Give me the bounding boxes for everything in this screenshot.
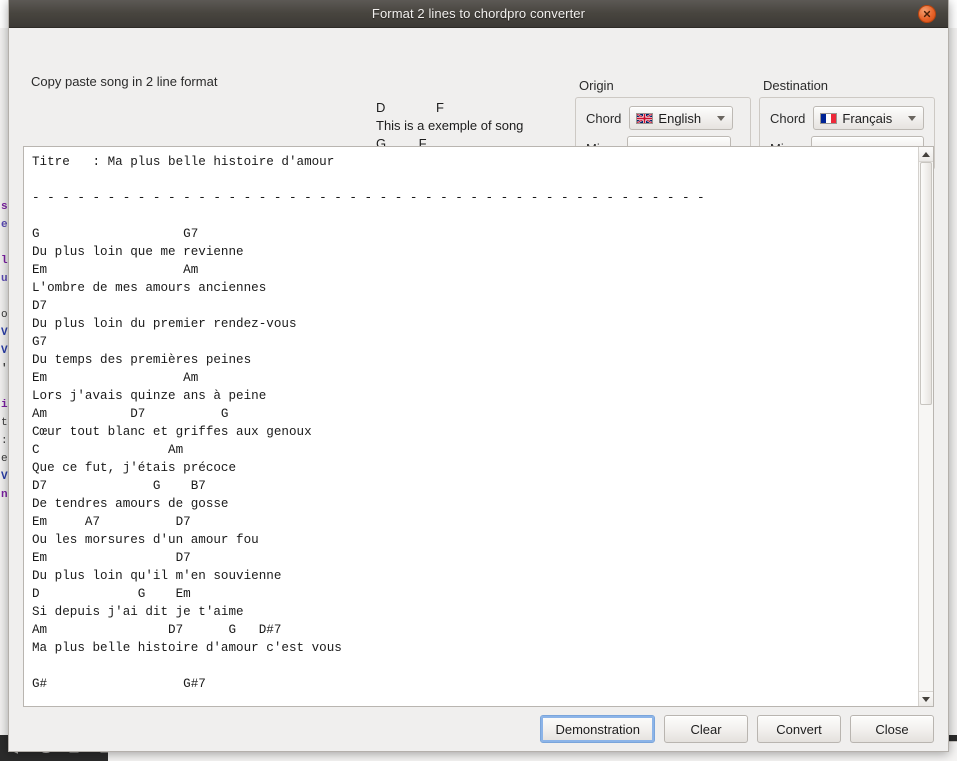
close-button[interactable]: Close — [850, 715, 934, 743]
scroll-up-arrow-icon — [922, 151, 930, 157]
dialog-header-area: Copy paste song in 2 line format D F Thi… — [9, 28, 948, 170]
destination-chord-label: Chord — [770, 110, 806, 126]
paste-instruction-label: Copy paste song in 2 line format — [31, 74, 218, 89]
chevron-down-icon — [908, 115, 916, 121]
destination-chord-row: Chord Français — [770, 106, 924, 130]
origin-chord-row: Chord English — [586, 106, 740, 130]
scrollbar-thumb[interactable] — [920, 162, 932, 406]
scroll-up-button[interactable] — [919, 147, 933, 162]
dialog-titlebar[interactable]: Format 2 lines to chordpro converter — [9, 0, 948, 28]
demonstration-button[interactable]: Demonstration — [540, 715, 655, 743]
destination-group-title: Destination — [763, 78, 829, 93]
origin-chord-label: Chord — [586, 110, 622, 126]
origin-chord-value: English — [658, 110, 702, 126]
origin-group-title: Origin — [579, 78, 614, 93]
song-text-input[interactable]: Titre : Ma plus belle histoire d'amour -… — [24, 147, 918, 706]
convert-button[interactable]: Convert — [757, 715, 841, 743]
song-text-area-wrapper: Titre : Ma plus belle histoire d'amour -… — [23, 146, 934, 707]
clear-button[interactable]: Clear — [664, 715, 748, 743]
origin-chord-select[interactable]: English — [629, 106, 734, 130]
scroll-down-arrow-icon — [922, 696, 930, 702]
destination-chord-value: Français — [842, 110, 893, 126]
dialog-button-bar: Demonstration Clear Convert Close — [9, 707, 948, 751]
close-window-button[interactable] — [918, 5, 936, 23]
chevron-down-icon — [717, 115, 726, 121]
france-flag-icon — [820, 112, 838, 124]
example-line: This is a exemple of song — [376, 118, 524, 133]
song-text-vertical-scrollbar[interactable] — [918, 147, 933, 706]
scroll-down-button[interactable] — [919, 691, 933, 706]
uk-flag-icon — [636, 112, 654, 124]
close-icon — [923, 10, 931, 18]
destination-chord-select[interactable]: Français — [813, 106, 924, 130]
scrollbar-track[interactable] — [919, 162, 933, 691]
converter-dialog: Format 2 lines to chordpro converter Cop… — [8, 0, 949, 752]
example-line: D F — [376, 100, 444, 115]
window-title: Format 2 lines to chordpro converter — [371, 6, 586, 21]
